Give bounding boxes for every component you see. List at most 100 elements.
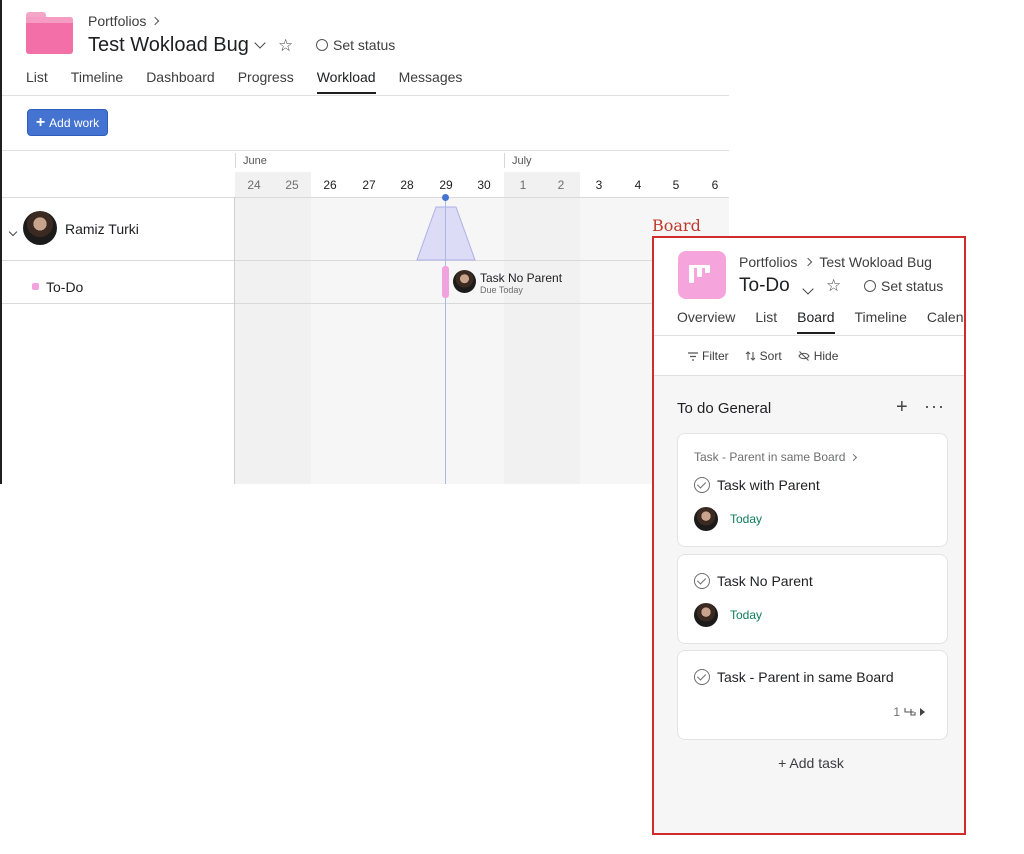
board-panel: Portfolios Test Wokload Bug To-Do ☆ Set …: [652, 236, 966, 835]
collapse-user-row[interactable]: [8, 222, 18, 240]
project-menu-button[interactable]: [802, 280, 814, 298]
board-toolbar: Filter Sort Hide: [688, 349, 838, 363]
expand-triangle-icon: [920, 708, 925, 716]
workload-tabs: List Timeline Dashboard Progress Workloa…: [26, 69, 485, 94]
day-header: 25: [285, 178, 299, 192]
tab-dashboard[interactable]: Dashboard: [146, 69, 215, 94]
avatar[interactable]: [23, 211, 57, 245]
filter-icon: [688, 351, 698, 361]
set-status-button[interactable]: Set status: [864, 278, 943, 294]
today-line: [445, 200, 446, 484]
task-card[interactable]: Task - Parent in same Board 1: [677, 650, 948, 740]
hide-button[interactable]: Hide: [798, 349, 839, 363]
due-date[interactable]: Today: [730, 512, 762, 526]
subtask-count: 1: [893, 705, 900, 719]
avatar[interactable]: [694, 507, 718, 531]
star-icon[interactable]: ☆: [826, 276, 841, 296]
day-header: 1: [519, 178, 527, 192]
breadcrumb-portfolios[interactable]: Portfolios: [88, 13, 146, 29]
tab-list[interactable]: List: [26, 69, 48, 94]
workload-panel: Portfolios Test Wokload Bug ☆ Set status…: [0, 0, 729, 484]
breadcrumb-project[interactable]: Test Wokload Bug: [819, 254, 932, 270]
set-status-button[interactable]: Set status: [316, 37, 395, 53]
add-work-label: Add work: [49, 115, 100, 130]
add-task-to-column-icon[interactable]: +: [896, 396, 908, 419]
card-task-name: Task - Parent in same Board: [717, 669, 894, 685]
day-header: 30: [477, 178, 491, 192]
tab-timeline[interactable]: Timeline: [71, 69, 123, 94]
task-assignee-avatar: [453, 270, 476, 293]
column-title[interactable]: To do General: [677, 400, 771, 417]
avatar[interactable]: [694, 603, 718, 627]
month-june: June: [243, 155, 267, 167]
board-tabs: Overview List Board Timeline Calendar: [677, 309, 964, 334]
star-icon[interactable]: ☆: [278, 36, 293, 56]
tab-overview[interactable]: Overview: [677, 309, 735, 334]
chevron-right-icon: [850, 453, 858, 461]
page-title-text: Test Wokload Bug: [88, 34, 249, 56]
breadcrumb-portfolios[interactable]: Portfolios: [739, 254, 797, 270]
task-name[interactable]: Task No Parent: [480, 271, 562, 285]
portfolio-folder-icon: [26, 12, 74, 54]
breadcrumb[interactable]: Portfolios: [88, 13, 160, 29]
tab-list[interactable]: List: [755, 309, 777, 334]
project-row-label[interactable]: To-Do: [46, 279, 83, 295]
status-circle-icon: [316, 39, 328, 51]
project-color-icon: [32, 283, 39, 290]
sort-label: Sort: [759, 349, 782, 363]
grid-top-border: [2, 150, 729, 151]
day-header-today: 29: [439, 178, 453, 192]
add-task-label: Add task: [789, 755, 844, 771]
tab-workload[interactable]: Workload: [316, 69, 376, 94]
day-header: 3: [595, 178, 603, 192]
workload-capacity-shape: [416, 206, 476, 261]
check-circle-icon[interactable]: [694, 573, 710, 589]
tab-divider: [2, 95, 729, 96]
task-card[interactable]: Task - Parent in same Board Task with Pa…: [677, 433, 948, 547]
check-circle-icon[interactable]: [694, 669, 710, 685]
day-header: 2: [557, 178, 565, 192]
status-circle-icon: [864, 280, 876, 292]
hide-label: Hide: [813, 349, 839, 363]
card-parent-link[interactable]: Task - Parent in same Board: [694, 450, 858, 464]
weekend-shade: [504, 172, 580, 484]
chevron-down-icon: [802, 283, 814, 295]
day-header: 5: [672, 178, 680, 192]
sort-icon: [745, 351, 756, 361]
card-task-row: Task - Parent in same Board: [694, 669, 894, 685]
task-bar[interactable]: [442, 266, 449, 298]
set-status-label: Set status: [333, 37, 396, 53]
chevron-right-icon: [151, 16, 160, 26]
eye-off-icon: [798, 351, 810, 361]
add-task-button[interactable]: + Add task: [654, 755, 964, 771]
add-work-button[interactable]: + Add work: [27, 109, 108, 136]
subtask-icon: [904, 708, 916, 716]
subtask-count-button[interactable]: 1: [893, 705, 925, 719]
day-header: 26: [323, 178, 337, 192]
task-card[interactable]: Task No Parent Today: [677, 554, 948, 644]
plus-icon: +: [35, 113, 46, 131]
column-more-icon[interactable]: ···: [924, 396, 945, 417]
card-task-name: Task with Parent: [717, 477, 820, 493]
tab-progress[interactable]: Progress: [238, 69, 294, 94]
board-annotation-label: Board: [652, 216, 701, 235]
chevron-down-icon[interactable]: [254, 37, 266, 49]
tab-calendar[interactable]: Calendar: [927, 309, 964, 334]
check-circle-icon[interactable]: [694, 477, 710, 493]
filter-button[interactable]: Filter: [688, 349, 729, 363]
day-header: 6: [711, 178, 719, 192]
card-task-name: Task No Parent: [717, 573, 813, 589]
tab-timeline[interactable]: Timeline: [855, 309, 907, 334]
tab-messages[interactable]: Messages: [399, 69, 463, 94]
due-date[interactable]: Today: [730, 608, 762, 622]
sort-button[interactable]: Sort: [745, 349, 782, 363]
card-task-row: Task No Parent: [694, 573, 813, 589]
board-project-icon: [678, 251, 726, 299]
column-divider: [234, 197, 235, 484]
tab-board[interactable]: Board: [797, 309, 835, 334]
today-marker: [442, 194, 449, 201]
month-separator: [504, 153, 505, 168]
row-divider: [2, 303, 729, 304]
set-status-label: Set status: [881, 278, 944, 294]
row-divider: [2, 260, 729, 261]
